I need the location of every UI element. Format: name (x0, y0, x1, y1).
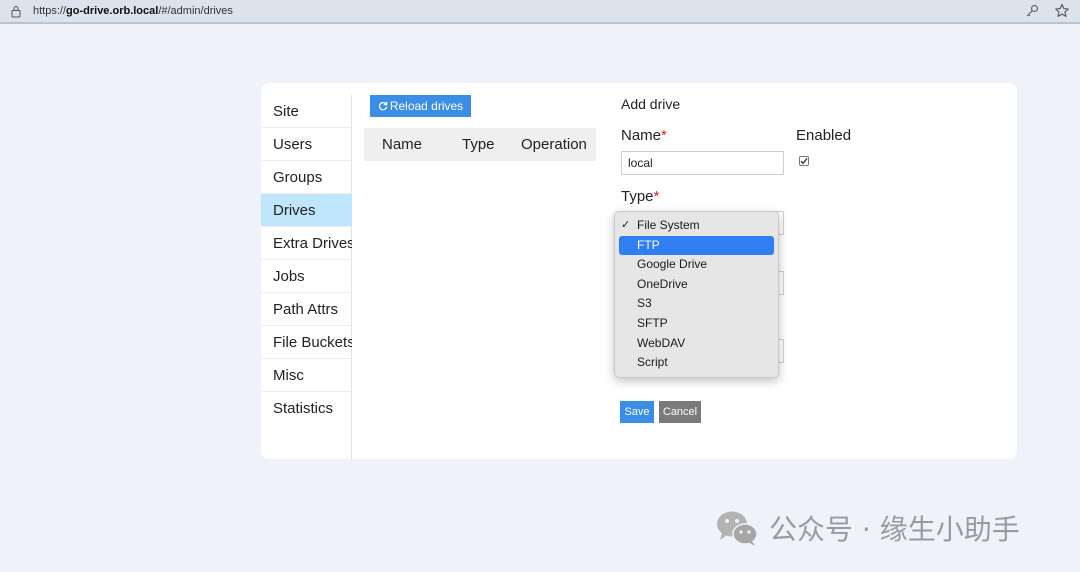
enabled-checkbox[interactable] (799, 156, 809, 166)
drive-name-input[interactable] (621, 151, 784, 175)
url-host: go-drive.orb.local (66, 5, 159, 17)
watermark-text: 公众号 · 缘生小助手 (769, 513, 1020, 546)
dropdown-option-ftp[interactable]: FTP (619, 235, 774, 256)
cancel-button[interactable]: Cancel (659, 401, 701, 423)
drives-table-header: Name Type Operation (364, 128, 596, 161)
admin-card: Site Users Groups Drives Extra Drives Jo… (261, 83, 1017, 459)
checkmark-icon (800, 158, 808, 165)
reload-drives-label: Reload drives (389, 99, 464, 113)
bookmark-star-icon[interactable] (1054, 3, 1070, 19)
check-icon: ✓ (621, 219, 631, 231)
dropdown-option-onedrive[interactable]: OneDrive (619, 275, 774, 295)
dropdown-option-google-drive[interactable]: Google Drive (619, 255, 774, 275)
refresh-icon (378, 101, 388, 111)
watermark: 公众号 · 缘生小助手 (715, 508, 1020, 548)
sidebar-item-groups[interactable]: Groups (261, 161, 352, 194)
name-label: Name* (621, 127, 667, 144)
sidebar-item-extra-drives[interactable]: Extra Drives (261, 227, 352, 260)
sidebar-item-file-buckets[interactable]: File Buckets (261, 326, 352, 359)
url-text[interactable]: https://go-drive.orb.local/#/admin/drive… (33, 5, 233, 17)
sidebar-item-jobs[interactable]: Jobs (261, 260, 352, 293)
column-header-operation: Operation (521, 136, 587, 153)
enabled-label: Enabled (796, 127, 852, 144)
dropdown-option-file-system[interactable]: ✓ File System (619, 216, 774, 236)
sidebar-item-users[interactable]: Users (261, 128, 352, 161)
dropdown-option-sftp[interactable]: SFTP (619, 314, 774, 334)
dropdown-option-script[interactable]: Script (619, 353, 774, 373)
url-path: /#/admin/drives (158, 5, 233, 17)
required-mark: * (653, 188, 660, 205)
column-header-name: Name (382, 136, 423, 153)
sidebar-item-statistics[interactable]: Statistics (261, 392, 352, 425)
sidebar-item-drives[interactable]: Drives (261, 194, 352, 227)
sidebar-item-path-attrs[interactable]: Path Attrs (261, 293, 352, 326)
wechat-icon (717, 511, 758, 546)
type-dropdown-menu[interactable]: ✓ File System FTP Google Drive OneDrive … (614, 211, 779, 378)
column-header-type: Type (462, 136, 495, 153)
type-label: Type* (621, 188, 660, 205)
sidebar-item-site[interactable]: Site (261, 95, 352, 128)
key-icon[interactable] (1025, 4, 1039, 18)
reload-drives-button[interactable]: Reload drives (370, 95, 471, 117)
save-button[interactable]: Save (620, 401, 654, 423)
url-prefix: https:// (33, 5, 67, 17)
add-drive-title: Add drive (621, 96, 681, 112)
sidebar-item-misc[interactable]: Misc (261, 359, 352, 392)
browser-address-bar: https://go-drive.orb.local/#/admin/drive… (0, 0, 1080, 24)
admin-sidebar: Site Users Groups Drives Extra Drives Jo… (261, 95, 352, 459)
required-mark: * (661, 127, 667, 144)
dropdown-option-webdav[interactable]: WebDAV (619, 334, 774, 354)
lock-icon (11, 6, 21, 18)
dropdown-option-s3[interactable]: S3 (619, 294, 774, 314)
